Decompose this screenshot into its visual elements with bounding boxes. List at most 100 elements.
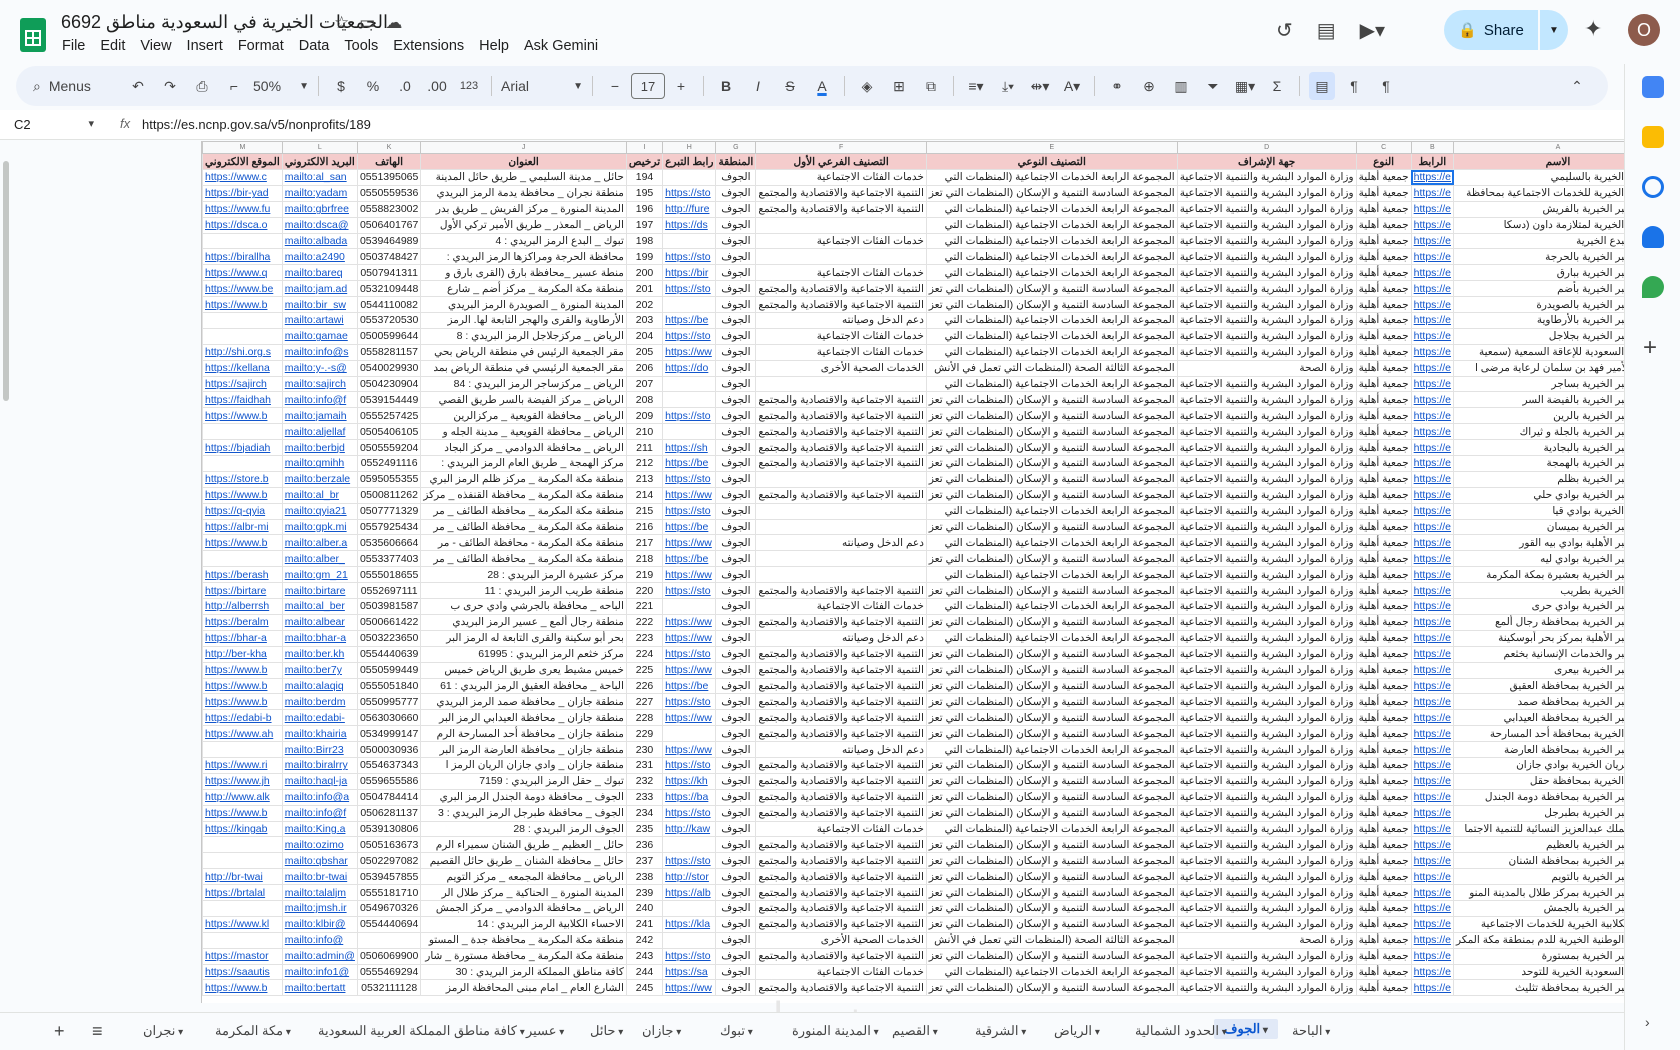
table-cell[interactable]: 0500811262: [356, 486, 422, 504]
table-cell[interactable]: التنمية الاجتماعية والاقتصادية والمجتمع: [755, 804, 927, 822]
table-cell[interactable]: 216: [625, 518, 664, 536]
table-cell[interactable]: https://kellana: [202, 359, 283, 377]
table-cell[interactable]: https://e: [1410, 375, 1455, 393]
table-cell[interactable]: المجموعة السادسة التنمية و الإسكان (المن…: [925, 693, 1178, 711]
table-cell[interactable]: التنمية الاجتماعية والاقتصادية والمجتمع: [755, 296, 927, 314]
table-cell[interactable]: 0554440639: [356, 645, 422, 663]
table-cell[interactable]: https://sto: [662, 582, 717, 600]
table-cell[interactable]: 0505163673: [356, 836, 422, 854]
table-cell[interactable]: التنمية الاجتماعية والاقتصادية والمجتمع: [755, 184, 927, 202]
table-cell[interactable]: 200: [625, 264, 664, 282]
table-cell[interactable]: https://e: [1410, 677, 1455, 695]
table-cell[interactable]: https://be: [662, 518, 717, 536]
table-cell[interactable]: وزارة الموارد البشرية والتنمية الاجتماعي…: [1176, 391, 1357, 409]
table-cell[interactable]: الجوف: [715, 756, 757, 774]
table-cell[interactable]: 220: [625, 582, 664, 600]
table-cell[interactable]: mailto:khairia: [281, 725, 358, 743]
table-cell[interactable]: وزارة الموارد البشرية والتنمية الاجتماعي…: [1176, 915, 1357, 933]
table-cell[interactable]: 202: [625, 296, 664, 314]
table-cell[interactable]: https://sto: [662, 947, 717, 965]
table-cell[interactable]: [202, 852, 283, 870]
table-cell[interactable]: 211: [625, 439, 664, 457]
table-cell[interactable]: الرياض _ مركز الفيضة بالسر طريق القصي: [420, 391, 627, 409]
table-cell[interactable]: وزارة الموارد البشرية والتنمية الاجتماعي…: [1176, 327, 1357, 345]
table-cell[interactable]: وزارة الموارد البشرية والتنمية الاجتماعي…: [1176, 772, 1357, 790]
table-cell[interactable]: mailto:albear: [281, 613, 358, 631]
table-cell[interactable]: mailto:gm_21: [281, 566, 358, 584]
table-cell[interactable]: وزارة الموارد البشرية والتنمية الاجتماعي…: [1176, 534, 1357, 552]
table-cell[interactable]: جمعية البر الخيرية بميسان: [1453, 518, 1624, 536]
table-cell[interactable]: المجموعة الرابعة الخدمات الاجتماعية (الم…: [925, 820, 1178, 838]
table-cell[interactable]: المجموعة الرابعة الخدمات الاجتماعية (الم…: [925, 629, 1178, 647]
table-cell[interactable]: https://sajirch: [202, 375, 283, 393]
strikethrough-button[interactable]: S: [777, 72, 803, 100]
functions-icon[interactable]: Σ: [1264, 72, 1290, 100]
table-cell[interactable]: 204: [625, 327, 664, 345]
table-cell[interactable]: منطقة مكة المكرمة _ محافظة الطائف _ مر: [420, 502, 627, 520]
table-cell[interactable]: المجموعة الرابعة الخدمات الاجتماعية (الم…: [925, 200, 1178, 218]
table-cell[interactable]: جمعية أهلية: [1355, 296, 1412, 314]
table-cell[interactable]: [755, 518, 927, 536]
table-cell[interactable]: 0539457855: [356, 868, 422, 886]
table-cell[interactable]: [356, 931, 422, 949]
table-cell[interactable]: 203: [625, 312, 664, 329]
cloud-icon[interactable]: ☁: [385, 13, 402, 33]
table-cell[interactable]: جمعية أهلية: [1355, 566, 1412, 584]
table-cell[interactable]: الجوف: [715, 899, 757, 917]
table-cell[interactable]: الجمعية الوطنية الخيرية للدم بمنطقة مكة …: [1453, 931, 1624, 949]
table-cell[interactable]: 0554637343: [356, 756, 422, 774]
table-cell[interactable]: المجموعة السادسة التنمية و الإسكان (المن…: [925, 550, 1178, 568]
column-header[interactable]: G: [715, 141, 757, 154]
table-cell[interactable]: https://ww: [662, 979, 717, 997]
table-cell[interactable]: 223: [625, 629, 664, 647]
table-cell[interactable]: https://sto: [662, 852, 717, 870]
table-cell[interactable]: https://do: [662, 359, 717, 377]
table-cell[interactable]: التنمية الاجتماعية والاقتصادية والمجتمع: [755, 979, 927, 997]
table-cell[interactable]: وزارة الموارد البشرية والتنمية الاجتماعي…: [1176, 216, 1357, 234]
table-cell[interactable]: المجموعة السادسة التنمية و الإسكان (المن…: [925, 470, 1178, 488]
table-cell[interactable]: http://ber-kha: [202, 645, 283, 663]
table-cell[interactable]: جمعية البر الخيرية بالهمجة: [1453, 455, 1624, 472]
table-cell[interactable]: الجوف: [715, 216, 757, 234]
table-cell[interactable]: mailto:bir_sw: [281, 296, 358, 314]
header-cell[interactable]: رابط التبرع: [662, 153, 717, 170]
table-cell[interactable]: الجوف: [715, 280, 757, 298]
table-cell[interactable]: جمعية الملك عبدالعزيز النسائية للتنمية ا…: [1453, 820, 1624, 838]
table-cell[interactable]: جمعية أهلية: [1355, 582, 1412, 600]
table-cell[interactable]: المجموعة الرابعة الخدمات الاجتماعية (الم…: [925, 963, 1178, 981]
table-cell[interactable]: https://e: [1410, 884, 1455, 901]
table-cell[interactable]: https://e: [1410, 772, 1455, 790]
table-cell[interactable]: https://www.b: [202, 534, 283, 552]
table-cell[interactable]: https://store.b: [202, 470, 283, 488]
table-cell[interactable]: جمعية أهلية: [1355, 629, 1412, 647]
table-cell[interactable]: [662, 836, 717, 854]
table-cell[interactable]: المجموعة السادسة التنمية و الإسكان (المن…: [925, 725, 1178, 743]
table-cell[interactable]: https://sa: [662, 963, 717, 981]
table-cell[interactable]: الجوف: [715, 582, 757, 600]
table-cell[interactable]: https://www.kl: [202, 915, 283, 933]
table-cell[interactable]: 0503223650: [356, 629, 422, 647]
table-cell[interactable]: 0540029930: [356, 359, 422, 377]
text-color-button[interactable]: A: [809, 72, 835, 100]
vertical-scrollbar[interactable]: [3, 161, 9, 401]
table-cell[interactable]: الجوف: [715, 804, 757, 822]
table-cell[interactable]: المجموعة الرابعة الخدمات الاجتماعية (الم…: [925, 566, 1178, 584]
table-cell[interactable]: 0505406105: [356, 423, 422, 441]
table-cell[interactable]: التنمية الاجتماعية والاقتصادية والمجتمع: [755, 756, 927, 774]
zoom-select[interactable]: 50% ▼: [253, 72, 309, 100]
table-cell[interactable]: الجوف: [715, 423, 757, 441]
table-cell[interactable]: https://sto: [662, 502, 717, 520]
table-cell[interactable]: 0555181710: [356, 884, 422, 901]
table-cell[interactable]: mailto:al_ber: [281, 598, 358, 615]
table-cell[interactable]: جمعية أهلية: [1355, 423, 1412, 441]
table-cell[interactable]: mailto:bhar-a: [281, 629, 358, 647]
table-cell[interactable]: المجموعة الرابعة الخدمات الاجتماعية (الم…: [925, 264, 1178, 282]
table-cell[interactable]: https://sto: [662, 470, 717, 488]
table-cell[interactable]: مركز الهمجة _ طريق العام الرمز البريدي :: [420, 455, 627, 472]
table-cell[interactable]: 208: [625, 391, 664, 409]
table-cell[interactable]: الجوف: [715, 915, 757, 933]
table-cell[interactable]: وزارة الموارد البشرية والتنمية الاجتماعي…: [1176, 868, 1357, 886]
menu-item[interactable]: File: [62, 38, 85, 54]
table-cell[interactable]: 0535606664: [356, 534, 422, 552]
table-cell[interactable]: http://br-twai: [202, 868, 283, 886]
